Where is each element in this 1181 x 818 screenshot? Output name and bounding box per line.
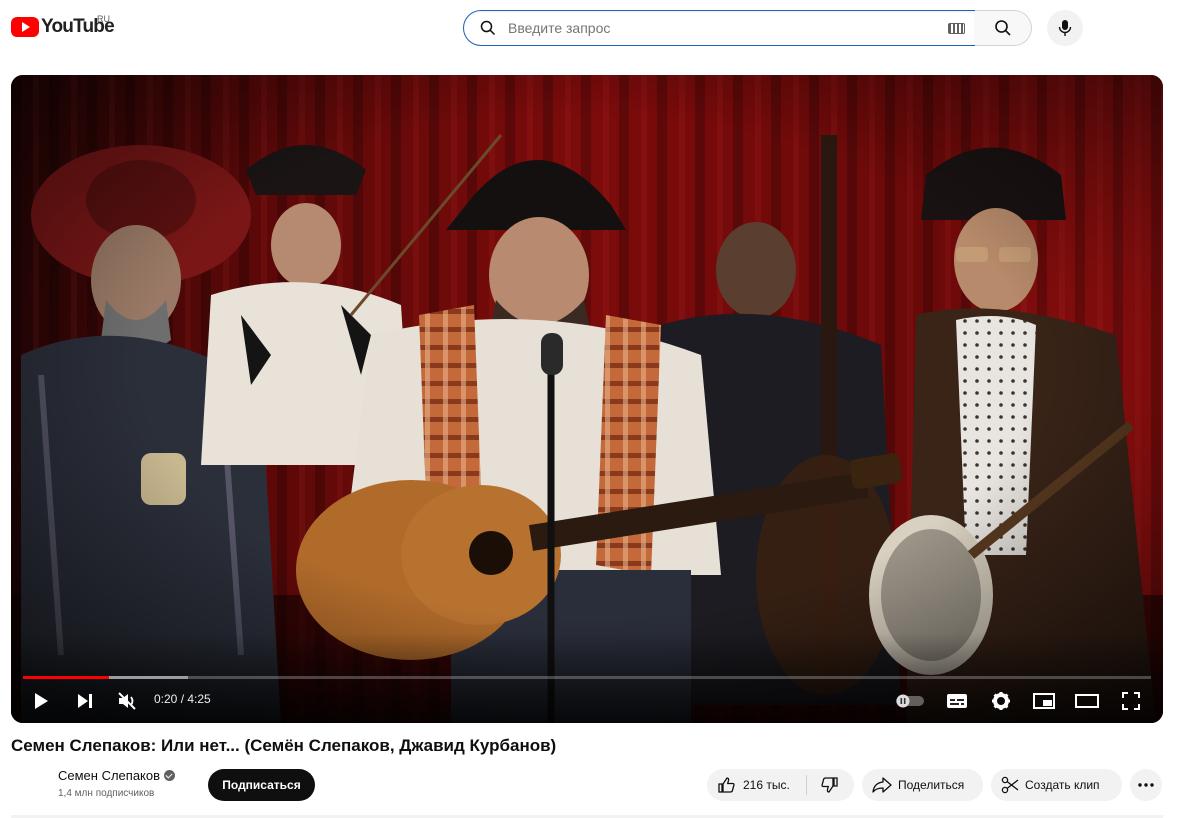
theater-mode-button[interactable] (1074, 689, 1100, 713)
share-icon (872, 777, 892, 793)
region-label: RU (97, 14, 110, 24)
search-icon (480, 20, 496, 41)
time-display: 0:20 / 4:25 (154, 692, 211, 706)
like-button[interactable]: 216 тыс. (707, 769, 806, 801)
video-player[interactable]: 0:20 / 4:25 (11, 75, 1163, 723)
miniplayer-icon (1033, 693, 1055, 709)
keyboard-icon[interactable] (948, 23, 965, 34)
subtitles-button[interactable] (945, 689, 969, 713)
search-box (463, 10, 976, 46)
autoplay-toggle-icon (896, 694, 924, 708)
verified-icon (164, 770, 176, 781)
progress-bar[interactable] (23, 676, 1151, 679)
theater-mode-icon (1075, 694, 1099, 708)
progress-played (23, 676, 109, 679)
play-button[interactable] (29, 689, 53, 713)
gear-icon (992, 692, 1010, 710)
share-label: Поделиться (898, 778, 965, 792)
subscriber-count: 1,4 млн подписчиков (58, 788, 155, 799)
next-icon (78, 694, 92, 708)
share-button[interactable]: Поделиться (862, 769, 983, 801)
voice-search-button[interactable] (1047, 10, 1083, 46)
clip-button[interactable]: Создать клип (991, 769, 1122, 801)
subtitles-icon (947, 694, 967, 708)
channel-avatar[interactable] (11, 766, 51, 806)
video-frame (11, 75, 1163, 723)
muted-volume-icon (118, 692, 136, 710)
like-count: 216 тыс. (743, 778, 790, 792)
search-input[interactable] (508, 11, 938, 45)
search-button[interactable] (975, 10, 1032, 46)
thumbs-down-icon (821, 777, 838, 793)
dislike-button[interactable] (806, 769, 854, 801)
scissors-icon (1001, 776, 1019, 794)
channel-name-text: Семен Слепаков (58, 768, 161, 783)
more-horizontal-icon (1138, 783, 1154, 787)
fullscreen-button[interactable] (1119, 689, 1143, 713)
mic-icon (1058, 20, 1072, 36)
thumbs-up-icon (718, 777, 735, 793)
miniplayer-button[interactable] (1032, 689, 1056, 713)
masthead: YouTube RU (0, 0, 1181, 56)
channel-name[interactable]: Семен Слепаков (58, 768, 176, 783)
subscribe-button[interactable]: Подписаться (208, 769, 315, 801)
more-actions-button[interactable] (1130, 769, 1162, 801)
fullscreen-icon (1122, 692, 1140, 710)
settings-button[interactable] (989, 689, 1013, 713)
clip-label: Создать клип (1025, 778, 1100, 792)
youtube-play-icon (11, 17, 39, 37)
play-icon (35, 693, 48, 709)
search-icon (995, 20, 1011, 36)
next-button[interactable] (73, 689, 97, 713)
autoplay-toggle[interactable] (894, 689, 926, 713)
mute-button[interactable] (115, 689, 139, 713)
video-title: Семен Слепаков: Или нет... (Семён Слепак… (11, 736, 557, 755)
